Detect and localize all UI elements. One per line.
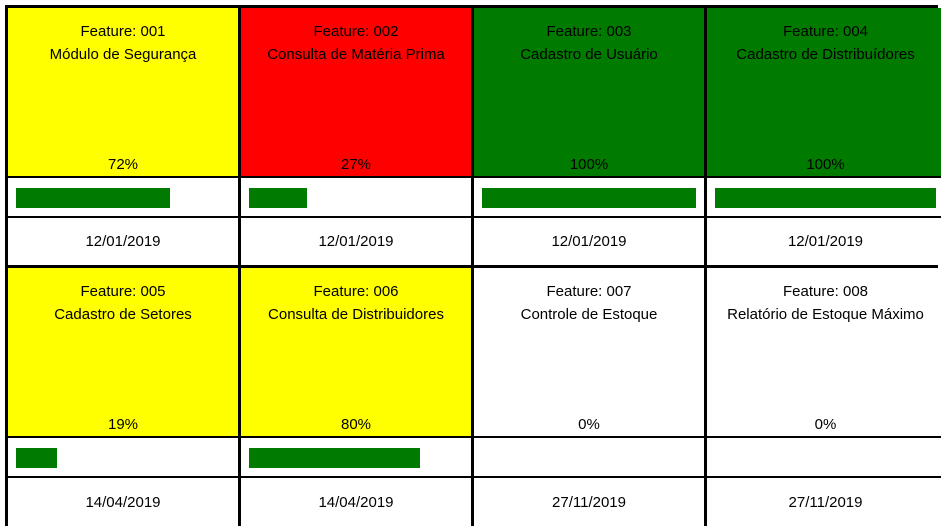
progress-fill (249, 448, 421, 468)
feature-card: Feature: 003 Cadastro de Usuário 100% 12… (474, 8, 704, 265)
feature-number: Feature: 006 (313, 283, 399, 300)
feature-percent: 100% (569, 156, 609, 173)
feature-percent: 0% (814, 416, 837, 433)
feature-status-panel: Feature: 007 Controle de Estoque 0% (474, 268, 704, 438)
feature-status-panel: Feature: 001 Módulo de Segurança 72% (8, 8, 238, 178)
progress-bar (474, 178, 704, 218)
feature-percent: 80% (340, 416, 372, 433)
progress-fill (715, 188, 936, 208)
feature-percent: 19% (107, 416, 139, 433)
feature-date: 12/01/2019 (707, 218, 941, 265)
feature-date: 14/04/2019 (241, 478, 471, 526)
feature-card: Feature: 008 Relatório de Estoque Máximo… (707, 268, 941, 526)
feature-percent: 0% (578, 416, 600, 433)
progress-fill (482, 188, 696, 208)
feature-card: Feature: 004 Cadastro de Distribuídores … (707, 8, 941, 265)
feature-status-panel: Feature: 003 Cadastro de Usuário 100% (474, 8, 704, 178)
feature-date: 12/01/2019 (241, 218, 471, 265)
feature-name: Consulta de Distribuidores (268, 306, 444, 323)
feature-number: Feature: 003 (546, 23, 632, 40)
progress-bar (241, 178, 471, 218)
feature-status-panel: Feature: 002 Consulta de Matéria Prima 2… (241, 8, 471, 178)
feature-card: Feature: 002 Consulta de Matéria Prima 2… (241, 8, 471, 265)
feature-status-panel: Feature: 006 Consulta de Distribuidores … (241, 268, 471, 438)
feature-card: Feature: 006 Consulta de Distribuidores … (241, 268, 471, 526)
feature-number: Feature: 008 (782, 283, 869, 300)
feature-name: Consulta de Matéria Prima (267, 46, 445, 63)
feature-card: Feature: 001 Módulo de Segurança 72% 12/… (8, 8, 238, 265)
feature-date: 12/01/2019 (8, 218, 238, 265)
feature-percent: 72% (107, 156, 139, 173)
feature-name: Cadastro de Distribuídores (736, 46, 915, 63)
feature-name: Cadastro de Setores (54, 306, 192, 323)
feature-number: Feature: 007 (546, 283, 632, 300)
progress-fill (16, 448, 57, 468)
feature-date: 27/11/2019 (474, 478, 704, 526)
feature-card: Feature: 007 Controle de Estoque 0% 27/1… (474, 268, 704, 526)
feature-board: Feature: 001 Módulo de Segurança 72% 12/… (5, 5, 941, 526)
feature-status-panel: Feature: 008 Relatório de Estoque Máximo… (707, 268, 941, 438)
progress-bar (8, 178, 238, 218)
progress-bar (474, 438, 704, 478)
progress-fill (16, 188, 171, 208)
feature-number: Feature: 002 (313, 23, 399, 40)
feature-name: Controle de Estoque (520, 306, 658, 323)
feature-number: Feature: 004 (782, 23, 869, 40)
feature-number: Feature: 005 (80, 283, 166, 300)
progress-bar (707, 178, 941, 218)
progress-bar (707, 438, 941, 478)
feature-name: Cadastro de Usuário (520, 46, 658, 63)
feature-percent: 27% (340, 156, 372, 173)
feature-name: Módulo de Segurança (49, 46, 197, 63)
progress-fill (249, 188, 307, 208)
feature-date: 12/01/2019 (474, 218, 704, 265)
progress-bar (241, 438, 471, 478)
progress-bar (8, 438, 238, 478)
feature-date: 14/04/2019 (8, 478, 238, 526)
feature-status-panel: Feature: 004 Cadastro de Distribuídores … (707, 8, 941, 178)
feature-name: Relatório de Estoque Máximo (727, 306, 924, 323)
feature-number: Feature: 001 (80, 23, 166, 40)
feature-status-panel: Feature: 005 Cadastro de Setores 19% (8, 268, 238, 438)
feature-percent: 100% (806, 156, 845, 173)
feature-date: 27/11/2019 (707, 478, 941, 526)
feature-card: Feature: 005 Cadastro de Setores 19% 14/… (8, 268, 238, 526)
